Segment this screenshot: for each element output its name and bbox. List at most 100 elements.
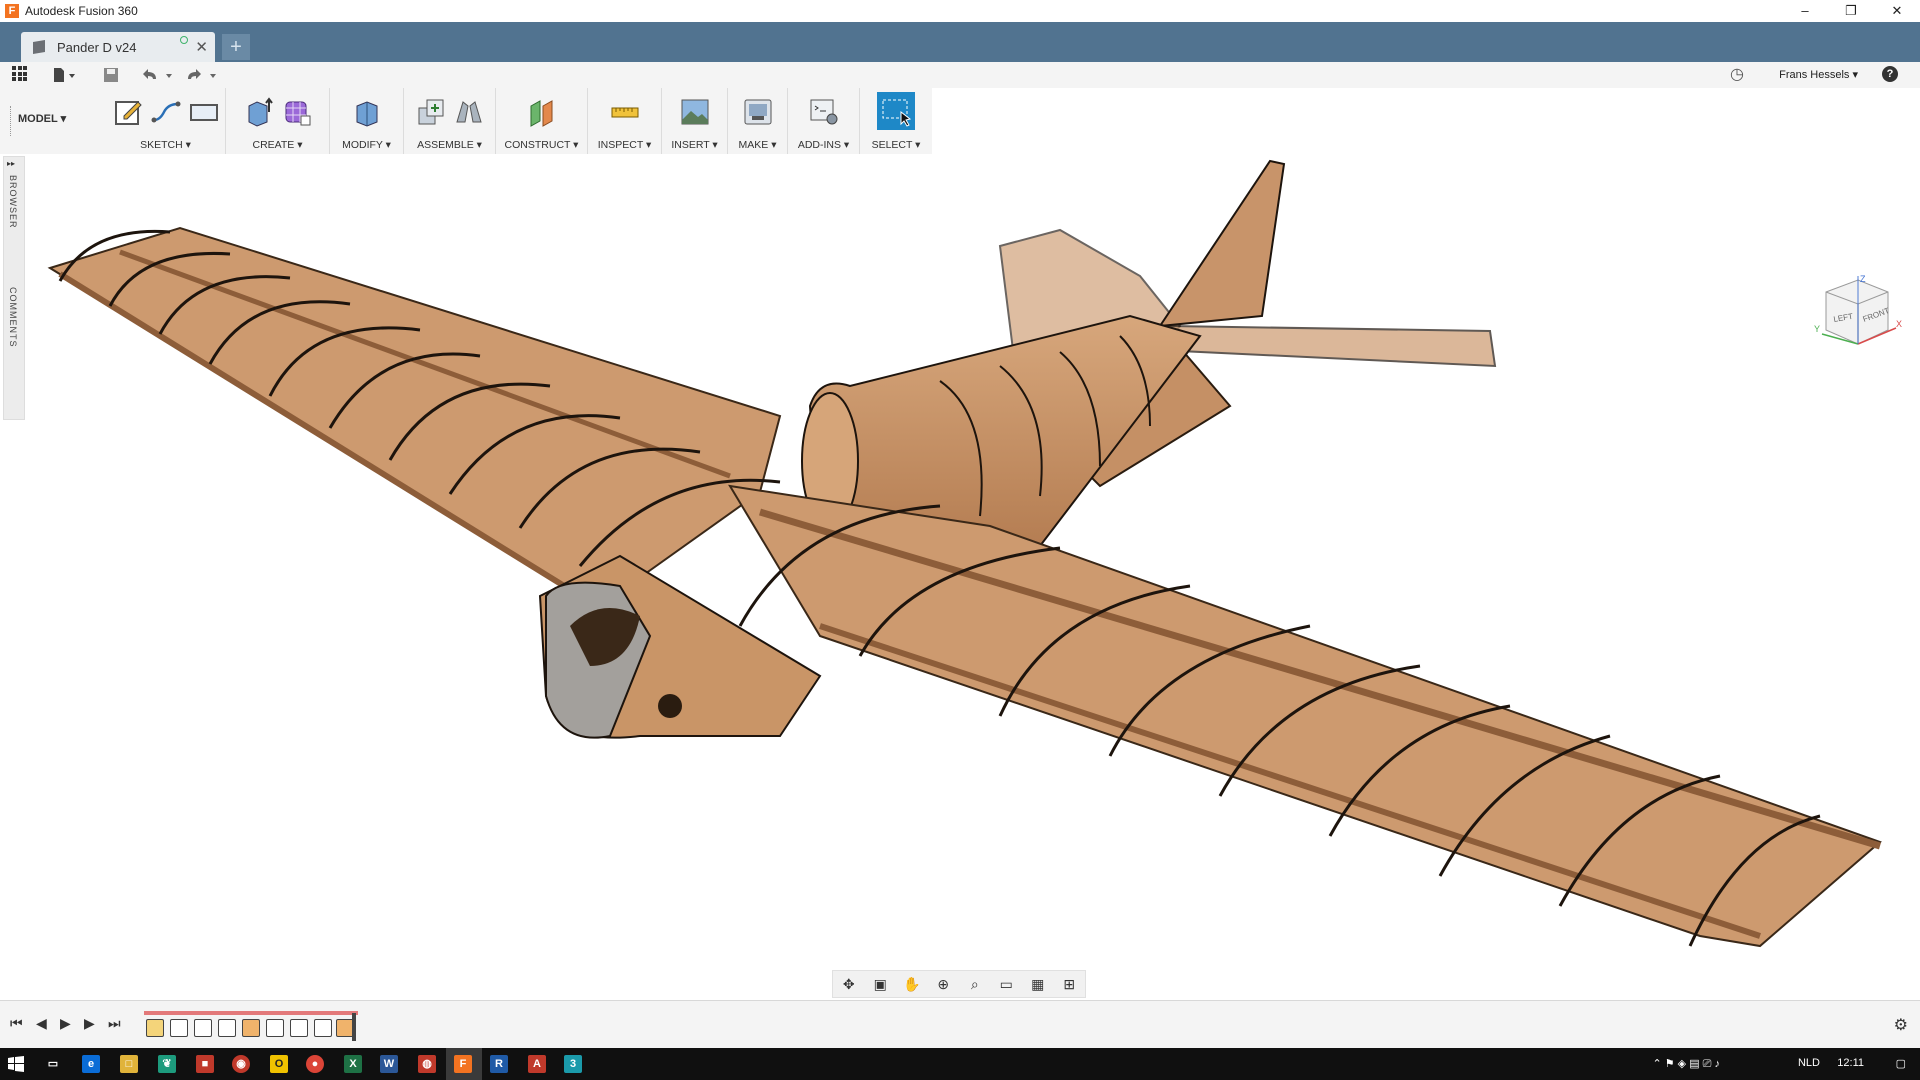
- press-pull-icon[interactable]: [351, 96, 383, 128]
- fusion-360-taskbar-icon[interactable]: F: [454, 1055, 472, 1073]
- minimize-button[interactable]: –: [1782, 0, 1828, 22]
- app-icon[interactable]: ◉: [232, 1055, 250, 1073]
- create-menu[interactable]: CREATE ▾: [226, 139, 329, 151]
- inspect-menu[interactable]: INSPECT ▾: [588, 139, 661, 151]
- revit-icon[interactable]: R: [490, 1055, 508, 1073]
- clock[interactable]: 12:11: [1837, 1057, 1864, 1069]
- timeline-feature-icon[interactable]: [218, 1019, 236, 1037]
- timeline-sketch-icon[interactable]: [146, 1019, 164, 1037]
- system-tray-icons[interactable]: ⌃ ⚑ ◈ ▤ ⎚ ♪: [1652, 1057, 1720, 1071]
- autocad-icon[interactable]: A: [528, 1055, 546, 1073]
- select-icon[interactable]: [877, 92, 915, 130]
- axis-y-label: Y: [1814, 324, 1820, 334]
- close-tab-button[interactable]: ✕: [195, 38, 208, 56]
- timeline-feature-icon[interactable]: [170, 1019, 188, 1037]
- app-icon[interactable]: O: [270, 1055, 288, 1073]
- save-icon[interactable]: [102, 66, 120, 84]
- modify-menu[interactable]: MODIFY ▾: [330, 139, 403, 151]
- chrome-icon[interactable]: ●: [306, 1055, 324, 1073]
- 3d-viewport[interactable]: LEFT FRONT X Y Z: [0, 156, 1920, 1000]
- fusion-logo-icon: F: [5, 4, 19, 18]
- insert-image-icon[interactable]: [679, 96, 711, 128]
- offset-plane-icon[interactable]: [526, 96, 558, 128]
- timeline-marker[interactable]: [352, 1013, 356, 1041]
- timeline-feature-icon[interactable]: [194, 1019, 212, 1037]
- viewcube[interactable]: LEFT FRONT X Y Z: [1808, 272, 1904, 362]
- new-component-icon[interactable]: [415, 96, 447, 128]
- inspect-group: INSPECT ▾: [588, 88, 662, 154]
- make-menu[interactable]: MAKE ▾: [728, 139, 787, 151]
- pan-icon[interactable]: ✋: [902, 975, 922, 993]
- job-status-clock-icon[interactable]: ◷: [1730, 66, 1744, 84]
- file-explorer-icon[interactable]: □: [120, 1055, 138, 1073]
- add-ins-group: ADD-INS ▾: [788, 88, 860, 154]
- notifications-icon[interactable]: ▢: [1896, 1057, 1906, 1070]
- app-icon[interactable]: ■: [196, 1055, 214, 1073]
- document-tab[interactable]: Pander D v24 ✕: [21, 32, 215, 62]
- fit-icon[interactable]: ⌕: [965, 975, 985, 993]
- windows-start-icon[interactable]: [8, 1056, 24, 1072]
- step-forward-button[interactable]: ▶: [84, 1015, 95, 1032]
- display-settings-icon[interactable]: ▭: [996, 975, 1016, 993]
- timeline-feature-icon[interactable]: [290, 1019, 308, 1037]
- orbit-icon[interactable]: ✥: [839, 975, 859, 993]
- restore-button[interactable]: ❐: [1828, 0, 1874, 22]
- help-icon[interactable]: ?: [1882, 66, 1898, 82]
- insert-menu[interactable]: INSERT ▾: [662, 139, 727, 151]
- timeline-settings-gear-icon[interactable]: ⚙: [1894, 1015, 1908, 1035]
- timeline-bar: ⏮ ◀ ▶ ▶ ⏭ ⚙: [0, 1000, 1920, 1048]
- close-window-button[interactable]: ✕: [1874, 0, 1920, 22]
- 3ds-max-icon[interactable]: 3: [564, 1055, 582, 1073]
- navigation-bar: ✥ ▣ ✋ ⊕ ⌕ ▭ ▦ ⊞: [832, 970, 1086, 998]
- sketch-menu[interactable]: SKETCH ▾: [106, 139, 225, 151]
- scripts-addins-icon[interactable]: [808, 96, 840, 128]
- play-button[interactable]: ▶: [60, 1015, 71, 1032]
- 3d-print-icon[interactable]: [742, 96, 774, 128]
- edge-browser-icon[interactable]: e: [82, 1055, 100, 1073]
- component-icon: [33, 39, 45, 55]
- go-to-end-button[interactable]: ⏭: [108, 1015, 121, 1032]
- undo-icon[interactable]: [142, 66, 176, 84]
- windows-taskbar: ▭ e □ ❦ ■ ◉ O ● X W ◍ F R A 3 ⌃ ⚑ ◈ ▤ ⎚ …: [0, 1048, 1920, 1080]
- extrude-icon[interactable]: [243, 96, 275, 128]
- app-icon[interactable]: ❦: [158, 1055, 176, 1073]
- document-tab-label: Pander D v24: [57, 39, 137, 55]
- sync-status-icon: [180, 36, 188, 44]
- new-tab-button[interactable]: +: [222, 34, 250, 60]
- joint-icon[interactable]: [453, 96, 485, 128]
- grid-settings-icon[interactable]: ▦: [1028, 975, 1048, 993]
- go-to-start-button[interactable]: ⏮: [10, 1015, 23, 1032]
- construct-menu[interactable]: CONSTRUCT ▾: [496, 139, 587, 151]
- add-ins-menu[interactable]: ADD-INS ▾: [788, 139, 859, 151]
- construct-group: CONSTRUCT ▾: [496, 88, 588, 154]
- measure-icon[interactable]: [609, 96, 641, 128]
- excel-icon[interactable]: X: [344, 1055, 362, 1073]
- step-back-button[interactable]: ◀: [36, 1015, 47, 1032]
- spline-icon[interactable]: [150, 96, 182, 128]
- look-at-icon[interactable]: ▣: [870, 975, 890, 993]
- word-icon[interactable]: W: [380, 1055, 398, 1073]
- user-caret-icon: ▾: [1852, 69, 1858, 81]
- data-panel-grid-icon[interactable]: [12, 66, 30, 84]
- task-view-icon[interactable]: ▭: [44, 1055, 62, 1073]
- rectangle-icon[interactable]: [188, 96, 220, 128]
- assemble-menu[interactable]: ASSEMBLE ▾: [404, 139, 495, 151]
- create-sketch-icon[interactable]: [112, 96, 144, 128]
- app-icon[interactable]: ◍: [418, 1055, 436, 1073]
- file-menu-icon[interactable]: [52, 66, 76, 84]
- zoom-icon[interactable]: ⊕: [933, 975, 953, 993]
- airplane-model[interactable]: [0, 156, 1920, 1000]
- timeline-track[interactable]: [144, 1011, 358, 1041]
- timeline-feature-icon[interactable]: [314, 1019, 332, 1037]
- form-icon[interactable]: [281, 96, 313, 128]
- workspace-switcher[interactable]: MODEL ▾: [18, 112, 66, 125]
- redo-icon[interactable]: [186, 66, 220, 84]
- toolbar-grip[interactable]: [10, 106, 12, 136]
- viewports-icon[interactable]: ⊞: [1059, 975, 1079, 993]
- user-account-menu[interactable]: Frans Hessels ▾: [1779, 68, 1858, 81]
- select-menu[interactable]: SELECT ▾: [860, 139, 932, 151]
- timeline-feature-icon[interactable]: [266, 1019, 284, 1037]
- timeline-feature-icon[interactable]: [242, 1019, 260, 1037]
- window-controls: – ❐ ✕: [1782, 0, 1920, 22]
- language-indicator[interactable]: NLD: [1798, 1057, 1820, 1069]
